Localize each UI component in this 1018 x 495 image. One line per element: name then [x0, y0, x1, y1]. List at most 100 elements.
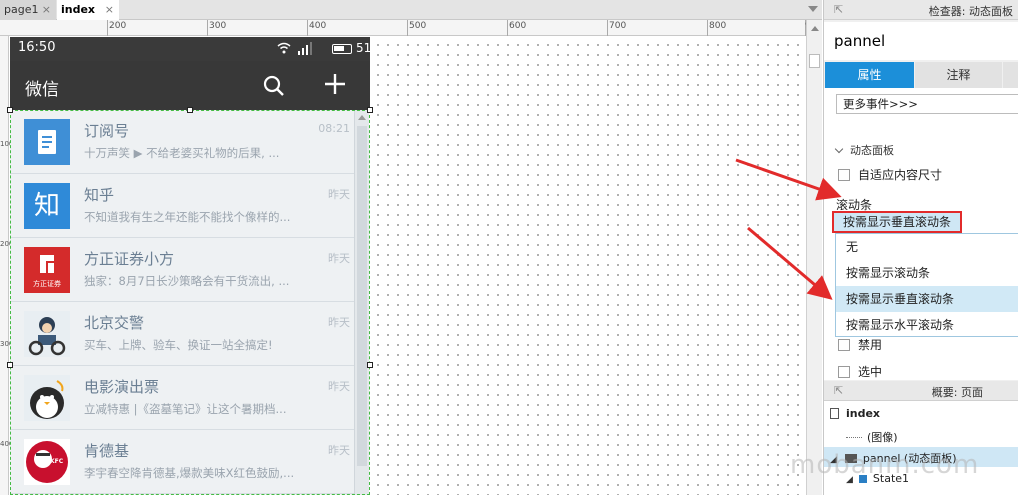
section-title: 动态面板 — [850, 144, 894, 157]
outline-header: ⇱ 概要: 页面 — [824, 381, 1018, 401]
chat-preview: 独家：8月7日长沙策略会有干货流出, ... — [84, 274, 290, 288]
tab-notes[interactable]: 注释 — [915, 62, 1002, 88]
signal-icon — [298, 42, 312, 55]
horizontal-ruler: 200 300 400 500 600 700 800 900 — [0, 20, 822, 36]
add-icon[interactable] — [324, 73, 346, 95]
ruler-label: 700 — [609, 21, 627, 31]
close-icon[interactable]: × — [105, 0, 114, 20]
tab-index-label: index — [61, 3, 96, 16]
chat-time: 昨天 — [328, 188, 350, 201]
scrollbar-select[interactable]: 按需显示垂直滚动条 — [832, 211, 962, 233]
tab-menu-chevron-icon[interactable] — [808, 6, 818, 12]
scrollbar-dropdown[interactable]: 无 按需显示滚动条 按需显示垂直滚动条 按需显示水平滚动条 — [835, 233, 1018, 337]
pin-icon[interactable]: ⇱ — [834, 3, 843, 16]
wifi-icon — [277, 42, 291, 54]
right-sidebar: ⇱ 检查器: 动态面板 pannel 属性 注释 更多事件>>> 动态面板 自适… — [823, 0, 1018, 495]
resize-handle[interactable] — [367, 107, 373, 113]
resize-handle[interactable] — [7, 362, 13, 368]
tab-properties[interactable]: 属性 — [825, 62, 914, 88]
kfc-logo: KFC — [24, 439, 70, 485]
chat-preview: 买车、上牌、验车、换证一站全搞定! — [84, 338, 273, 352]
tab-more[interactable] — [1003, 62, 1018, 88]
dropdown-option[interactable]: 按需显示垂直滚动条 — [836, 286, 1018, 312]
resize-handle[interactable] — [367, 362, 373, 368]
chat-preview: 不知道我有生之年还能不能找个像样的... — [84, 210, 291, 224]
penguin-avatar — [24, 375, 70, 421]
expand-arrow-icon[interactable]: ◢ — [846, 475, 853, 485]
dropdown-option[interactable]: 无 — [836, 234, 1018, 260]
chat-list-scrollbar[interactable] — [354, 110, 369, 495]
search-icon[interactable] — [263, 75, 285, 97]
ruler-label: 400 — [309, 21, 327, 31]
close-icon[interactable]: × — [42, 0, 51, 20]
dropdown-option[interactable]: 按需显示水平滚动条 — [836, 312, 1018, 338]
outline-item-image[interactable]: (图像) — [846, 429, 898, 445]
chat-name: 电影演出票 — [84, 378, 160, 396]
expand-arrow-icon[interactable]: ◢ — [830, 455, 837, 465]
chat-row[interactable]: 知 知乎 不知道我有生之年还能不能找个像样的... 昨天 — [10, 174, 354, 238]
outline-item-index[interactable]: index — [830, 407, 880, 420]
ruler-label: 500 — [409, 21, 427, 31]
founder-logo: 方正证券 — [24, 247, 70, 293]
chat-row[interactable]: 北京交警 买车、上牌、验车、换证一站全搞定! 昨天 — [10, 302, 354, 366]
outline-label: pannel (动态面板) — [862, 452, 957, 465]
ruler-label: 300 — [209, 21, 227, 31]
battery-percent: 51 — [356, 41, 372, 55]
disabled-checkbox[interactable] — [838, 339, 850, 351]
kfc-logo-text: KFC — [50, 458, 64, 465]
chat-time: 08:21 — [318, 122, 350, 135]
selected-checkbox[interactable] — [838, 366, 850, 378]
scrollbar-thumb[interactable] — [809, 54, 820, 68]
page-icon — [830, 408, 839, 419]
object-name-field[interactable]: pannel — [824, 22, 1018, 60]
scrollbar-thumb[interactable] — [357, 126, 367, 466]
outline-item-state1[interactable]: ◢ State1 — [846, 472, 909, 485]
section-dynamic-panel[interactable]: 动态面板 — [834, 142, 894, 158]
disabled-checkbox-row[interactable]: 禁用 — [838, 336, 882, 353]
chat-name: 知乎 — [84, 186, 115, 204]
chat-time: 昨天 — [328, 444, 350, 457]
ruler-label: 600 — [509, 21, 527, 31]
police-avatar — [24, 311, 70, 357]
chat-row[interactable]: KFC 肯德基 李宇春空降肯德基,爆款美味X红色鼓励,... 昨天 — [10, 430, 354, 494]
disabled-label: 禁用 — [858, 338, 883, 352]
selected-label: 选中 — [858, 365, 883, 379]
tab-index[interactable]: index × — [57, 0, 119, 20]
dropdown-option[interactable]: 按需显示滚动条 — [836, 260, 1018, 286]
doc-icon — [24, 119, 70, 165]
phone-status-bar: 16:50 51 — [10, 37, 372, 61]
tab-page1-label: page1 — [4, 3, 39, 16]
outline-label: (图像) — [867, 431, 898, 444]
chat-time: 昨天 — [328, 380, 350, 393]
founder-logo-text: 方正证券 — [33, 280, 61, 288]
outline-label: index — [846, 407, 881, 420]
chat-preview: 李宇春空降肯德基,爆款美味X红色鼓励,... — [84, 466, 295, 480]
fit-content-checkbox[interactable] — [838, 169, 850, 181]
pin-icon[interactable]: ⇱ — [834, 384, 843, 397]
resize-handle[interactable] — [7, 107, 13, 113]
tab-page1[interactable]: page1 × — [0, 0, 56, 20]
selected-checkbox-row[interactable]: 选中 — [838, 363, 882, 380]
outline-item-panel[interactable]: ◢ pannel (动态面板) — [824, 447, 1018, 467]
chat-preview: 十万声笑 ▶ 不给老婆买礼物的后果, ... — [84, 146, 280, 160]
chat-row[interactable]: 方正证券 方正证券小方 独家：8月7日长沙策略会有干货流出, ... 昨天 — [10, 238, 354, 302]
scroll-up-icon[interactable] — [811, 26, 819, 31]
zhihu-logo: 知 — [24, 183, 70, 229]
battery-icon — [332, 44, 352, 54]
status-time: 16:50 — [18, 40, 56, 55]
state-icon — [858, 475, 867, 483]
canvas-scrollbar[interactable] — [806, 20, 822, 495]
chat-preview: 立减特惠 |《盗墓笔记》让这个暑期档... — [84, 402, 287, 416]
fit-content-checkbox-row[interactable]: 自适应内容尺寸 — [838, 166, 942, 183]
chevron-down-icon — [834, 144, 844, 154]
resize-handle[interactable] — [187, 107, 193, 113]
chat-row[interactable]: 电影演出票 立减特惠 |《盗墓笔记》让这个暑期档... 昨天 — [10, 366, 354, 430]
chat-row[interactable]: 订阅号 十万声笑 ▶ 不给老婆买礼物的后果, ... 08:21 — [10, 110, 354, 174]
scroll-up-icon[interactable] — [358, 115, 366, 120]
tree-connector — [846, 437, 862, 438]
inspector-header: ⇱ 检查器: 动态面板 — [824, 0, 1018, 20]
chat-list[interactable]: 订阅号 十万声笑 ▶ 不给老婆买礼物的后果, ... 08:21 知 知乎 不知… — [10, 110, 354, 495]
app-title: 微信 — [25, 80, 59, 100]
chat-name: 订阅号 — [84, 122, 130, 140]
more-events-select[interactable]: 更多事件>>> — [836, 94, 1018, 114]
